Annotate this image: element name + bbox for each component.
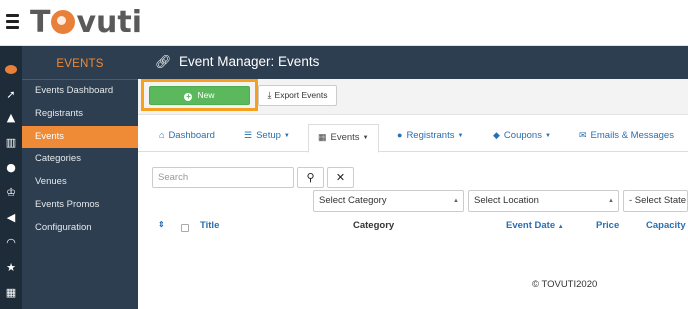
tab-coupons-label: Coupons: [503, 130, 542, 141]
hamburger-menu-icon[interactable]: [6, 14, 19, 32]
trophy-icon[interactable]: ♔: [0, 186, 22, 200]
new-button[interactable]: + New: [149, 86, 250, 105]
location-select[interactable]: Select Location ▲▼: [468, 190, 619, 212]
column-price[interactable]: Price: [596, 220, 619, 231]
copyright-footer: © TOVUTI2020: [532, 279, 598, 290]
tab-coupons[interactable]: ◆ Coupons ▼: [493, 127, 551, 153]
chevron-down-icon: ▲▼: [608, 198, 614, 204]
plus-circle-icon: +: [184, 92, 193, 101]
sidebar-item-events-promos[interactable]: Events Promos: [22, 194, 138, 217]
column-category[interactable]: Category: [353, 220, 394, 231]
tab-emails-label: Emails & Messages: [590, 130, 674, 141]
envelope-icon: ✉: [579, 130, 587, 140]
link-icon: 🔗︎: [155, 54, 172, 69]
sort-asc-icon: ▲: [557, 224, 564, 230]
state-select-value: - Select State -: [629, 195, 688, 206]
sidebar-item-configuration[interactable]: Configuration: [22, 217, 138, 240]
tab-registrants-label: Registrants: [406, 130, 455, 141]
star-icon[interactable]: ★: [0, 261, 22, 275]
state-select[interactable]: - Select State -: [623, 190, 688, 212]
column-event-date[interactable]: Event Date ▲: [506, 220, 564, 231]
select-all-checkbox[interactable]: [181, 224, 189, 232]
caret-down-icon: ▼: [283, 133, 290, 139]
caret-down-icon: ▼: [457, 133, 464, 139]
tab-events-label: Events: [330, 132, 360, 143]
home-icon: ⌂: [159, 130, 165, 140]
calendar-icon: ▦: [318, 132, 327, 142]
new-button-label: New: [197, 90, 215, 100]
export-button-label: Export Events: [274, 90, 328, 100]
download-icon: ⤓: [267, 90, 272, 100]
page-title: Event Manager: Events: [179, 54, 320, 69]
sidebar-item-categories[interactable]: Categories: [22, 148, 138, 171]
table-icon[interactable]: ▦: [0, 286, 22, 300]
search-icon: ⚲: [306, 171, 315, 184]
tab-events[interactable]: ▦ Events ▼: [308, 124, 379, 153]
toolbar: + New ⤓ Export Events: [138, 79, 688, 115]
tab-emails-messages[interactable]: ✉ Emails & Messages: [579, 127, 674, 153]
caret-down-icon: ▼: [544, 133, 551, 139]
users-icon[interactable]: ●: [0, 161, 22, 175]
rss-icon[interactable]: ◠: [0, 236, 22, 250]
sidebar-item-events[interactable]: Events: [22, 125, 138, 149]
logo-text-post: vuti: [76, 5, 143, 40]
tab-setup-label: Setup: [256, 130, 281, 141]
tab-bar: ⌂ Dashboard ☰ Setup ▼ ▦ Events ▼ ● Registrants…: [138, 116, 688, 153]
tab-setup[interactable]: ☰ Setup ▼: [244, 127, 290, 153]
page-header: 🔗︎ Event Manager: Events: [138, 46, 688, 79]
brand-icon[interactable]: [5, 65, 17, 74]
category-select[interactable]: Select Category ▲▼: [313, 190, 464, 212]
column-capacity[interactable]: Capacity: [646, 220, 686, 231]
sidebar-item-venues[interactable]: Venues: [22, 171, 138, 194]
bar-chart-icon[interactable]: ▥: [0, 136, 22, 150]
icon-rail: ➚ ▲ ▥ ● ♔ ◀ ◠ ★ ▦: [0, 46, 22, 309]
tab-registrants[interactable]: ● Registrants ▼: [397, 127, 463, 153]
list-icon: ☰: [244, 130, 253, 140]
rocket-icon[interactable]: ➚: [0, 88, 22, 102]
column-event-date-label: Event Date: [506, 220, 556, 231]
sort-icon[interactable]: ⇕: [158, 220, 165, 229]
caret-down-icon: ▼: [362, 135, 369, 141]
sidebar-title: EVENTS: [22, 46, 138, 80]
sidebar-item-events-dashboard[interactable]: Events Dashboard: [22, 80, 138, 103]
table-header: ⇕ Title Category Event Date ▲ Price Capa…: [138, 214, 688, 238]
tovuti-logo[interactable]: Tvuti: [30, 3, 142, 43]
search-input[interactable]: [152, 167, 294, 188]
sidebar-item-registrants[interactable]: Registrants: [22, 103, 138, 126]
search-button[interactable]: ⚲: [297, 167, 324, 188]
column-title[interactable]: Title: [200, 220, 219, 231]
top-header: Tvuti: [0, 0, 688, 46]
chevron-down-icon: ▲▼: [453, 198, 459, 204]
category-select-value: Select Category: [319, 195, 387, 206]
tab-dashboard-label: Dashboard: [168, 130, 215, 141]
location-select-value: Select Location: [474, 195, 539, 206]
export-events-button[interactable]: ⤓ Export Events: [258, 85, 337, 106]
bullhorn-icon[interactable]: ◀: [0, 211, 22, 225]
sidebar: EVENTS Events Dashboard Registrants Even…: [22, 46, 138, 309]
user-icon: ●: [397, 130, 403, 140]
tab-dashboard[interactable]: ⌂ Dashboard: [159, 127, 215, 153]
clear-search-button[interactable]: ✕: [327, 167, 354, 188]
graduation-cap-icon[interactable]: ▲: [0, 111, 22, 125]
close-icon: ✕: [335, 171, 346, 184]
tag-icon: ◆: [493, 130, 500, 140]
logo-text-pre: T: [30, 5, 51, 40]
logo-o-icon: [51, 10, 76, 34]
